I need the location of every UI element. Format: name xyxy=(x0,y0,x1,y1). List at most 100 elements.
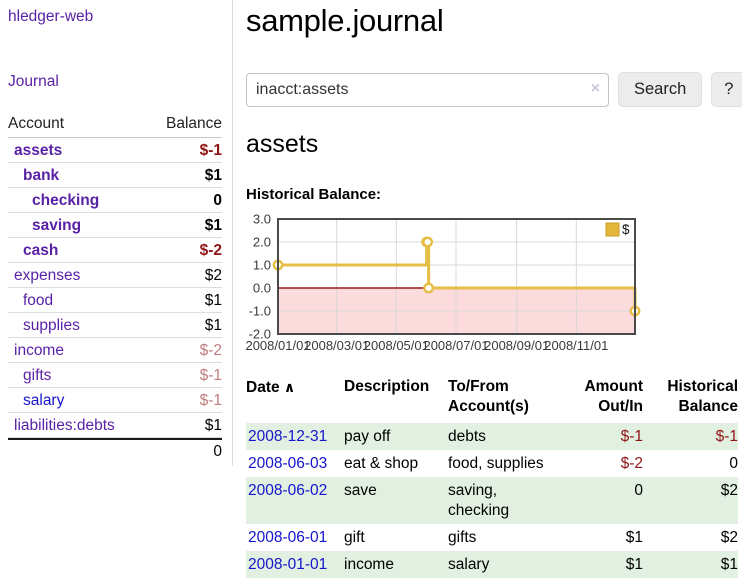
account-link[interactable]: liabilities:debts xyxy=(8,416,115,435)
account-balance: $1 xyxy=(205,216,222,235)
account-row: income $-2 xyxy=(8,338,222,363)
chart-title: Historical Balance: xyxy=(246,186,742,203)
transaction-accounts: gifts xyxy=(448,524,566,551)
account-balance: $-2 xyxy=(200,341,222,360)
search-input[interactable] xyxy=(246,73,609,107)
account-balance: $1 xyxy=(205,316,222,335)
account-row: food $1 xyxy=(8,288,222,313)
page-title: sample.journal xyxy=(246,3,742,39)
account-balance: $-2 xyxy=(200,241,222,260)
account-row: expenses $2 xyxy=(8,263,222,288)
svg-text:$: $ xyxy=(622,222,630,237)
svg-text:2008/03/01: 2008/03/01 xyxy=(304,338,369,353)
total-balance: 0 xyxy=(213,443,222,461)
account-link[interactable]: assets xyxy=(8,141,62,160)
svg-text:2008/01/01: 2008/01/01 xyxy=(246,338,311,353)
column-header-balance: Historical Balance xyxy=(643,375,738,423)
account-balance: $1 xyxy=(205,166,222,185)
account-link[interactable]: expenses xyxy=(8,266,80,285)
transaction-amount: $-2 xyxy=(566,450,643,477)
account-balance: $-1 xyxy=(200,391,222,410)
account-row: supplies $1 xyxy=(8,313,222,338)
transaction-description: save xyxy=(344,477,448,524)
account-balance: 0 xyxy=(213,191,222,210)
search-button[interactable]: Search xyxy=(618,72,702,107)
balance-column-header: Balance xyxy=(166,115,222,133)
register-header-row: Date ∧ Description To/From Account(s) Am… xyxy=(246,375,738,423)
accounts-total-row: 0 xyxy=(8,438,222,464)
transaction-description: gift xyxy=(344,524,448,551)
transaction-row[interactable]: 2008-06-01 gift gifts $1 $2 xyxy=(246,524,738,551)
transaction-accounts: debts xyxy=(448,423,566,450)
transaction-balance: $2 xyxy=(643,524,738,551)
account-balance: $1 xyxy=(205,291,222,310)
accounts-list: assets $-1 bank $1 checking 0 saving $1 … xyxy=(8,138,222,438)
hledger-web-app: hledger-web Journal Account Balance asse… xyxy=(0,0,742,578)
account-balance: $-1 xyxy=(200,366,222,385)
account-link[interactable]: saving xyxy=(8,216,81,235)
sidebar: hledger-web Journal Account Balance asse… xyxy=(0,0,233,466)
help-button[interactable]: ? xyxy=(711,72,742,107)
register-rows: 2008-12-31 pay off debts $-1 $-1 2008-06… xyxy=(246,423,738,578)
svg-text:2008/07/01: 2008/07/01 xyxy=(423,338,488,353)
balance-chart-svg: $3.02.01.00.0-1.0-2.02008/01/012008/03/0… xyxy=(246,211,644,353)
date-header-label: Date xyxy=(246,379,280,396)
transaction-amount: 0 xyxy=(566,477,643,524)
transaction-balance: 0 xyxy=(643,450,738,477)
account-link[interactable]: bank xyxy=(8,166,59,185)
transaction-date-link[interactable]: 2008-06-03 xyxy=(248,455,327,472)
account-row: checking 0 xyxy=(8,188,222,213)
transaction-date-link[interactable]: 2008-06-02 xyxy=(248,482,327,499)
account-heading: assets xyxy=(246,130,742,159)
account-balance: $1 xyxy=(205,416,222,435)
transaction-amount: $1 xyxy=(566,551,643,578)
account-row: cash $-2 xyxy=(8,238,222,263)
svg-text:1.0: 1.0 xyxy=(253,258,271,273)
transaction-accounts: food, supplies xyxy=(448,450,566,477)
svg-text:-1.0: -1.0 xyxy=(249,304,271,319)
svg-text:3.0: 3.0 xyxy=(253,212,271,227)
sidebar-item-journal[interactable]: Journal xyxy=(8,73,222,91)
transaction-accounts: salary xyxy=(448,551,566,578)
svg-text:2008/11/01: 2008/11/01 xyxy=(544,338,608,353)
transaction-row[interactable]: 2008-01-01 income salary $1 $1 xyxy=(246,551,738,578)
transaction-description: pay off xyxy=(344,423,448,450)
account-row: gifts $-1 xyxy=(8,363,222,388)
svg-text:0.0: 0.0 xyxy=(253,281,271,296)
account-link[interactable]: gifts xyxy=(8,366,51,385)
account-row: salary $-1 xyxy=(8,388,222,413)
account-row: saving $1 xyxy=(8,213,222,238)
transaction-balance: $-1 xyxy=(643,423,738,450)
account-link[interactable]: income xyxy=(8,341,64,360)
app-title-link[interactable]: hledger-web xyxy=(8,8,222,26)
clear-search-icon[interactable]: × xyxy=(591,80,600,98)
svg-text:2008/05/01: 2008/05/01 xyxy=(364,338,429,353)
transaction-description: income xyxy=(344,551,448,578)
transaction-date-link[interactable]: 2008-01-01 xyxy=(248,556,327,573)
transaction-accounts: saving, checking xyxy=(448,477,566,524)
balance-chart: $3.02.01.00.0-1.0-2.02008/01/012008/03/0… xyxy=(246,211,742,358)
sort-ascending-icon: ∧ xyxy=(284,379,295,395)
transaction-date-link[interactable]: 2008-12-31 xyxy=(248,428,327,445)
transaction-date-link[interactable]: 2008-06-01 xyxy=(248,529,327,546)
column-header-date[interactable]: Date ∧ xyxy=(246,375,344,423)
account-link[interactable]: supplies xyxy=(8,316,80,335)
account-row: liabilities:debts $1 xyxy=(8,413,222,438)
account-column-header: Account xyxy=(8,115,64,133)
search-box: × xyxy=(246,73,609,107)
search-form: × Search ? xyxy=(246,72,742,107)
account-link[interactable]: checking xyxy=(8,191,99,210)
account-link[interactable]: salary xyxy=(8,391,64,410)
main-content: sample.journal × Search ? assets Histori… xyxy=(233,0,742,578)
transaction-row[interactable]: 2008-12-31 pay off debts $-1 $-1 xyxy=(246,423,738,450)
transaction-row[interactable]: 2008-06-03 eat & shop food, supplies $-2… xyxy=(246,450,738,477)
account-row: bank $1 xyxy=(8,163,222,188)
accounts-table-header: Account Balance xyxy=(8,112,222,138)
transaction-amount: $-1 xyxy=(566,423,643,450)
account-link[interactable]: food xyxy=(8,291,53,310)
transaction-balance: $2 xyxy=(643,477,738,524)
account-link[interactable]: cash xyxy=(8,241,58,260)
account-row: assets $-1 xyxy=(8,138,222,163)
transaction-row[interactable]: 2008-06-02 save saving, checking 0 $2 xyxy=(246,477,738,524)
svg-text:2008/09/01: 2008/09/01 xyxy=(484,338,549,353)
